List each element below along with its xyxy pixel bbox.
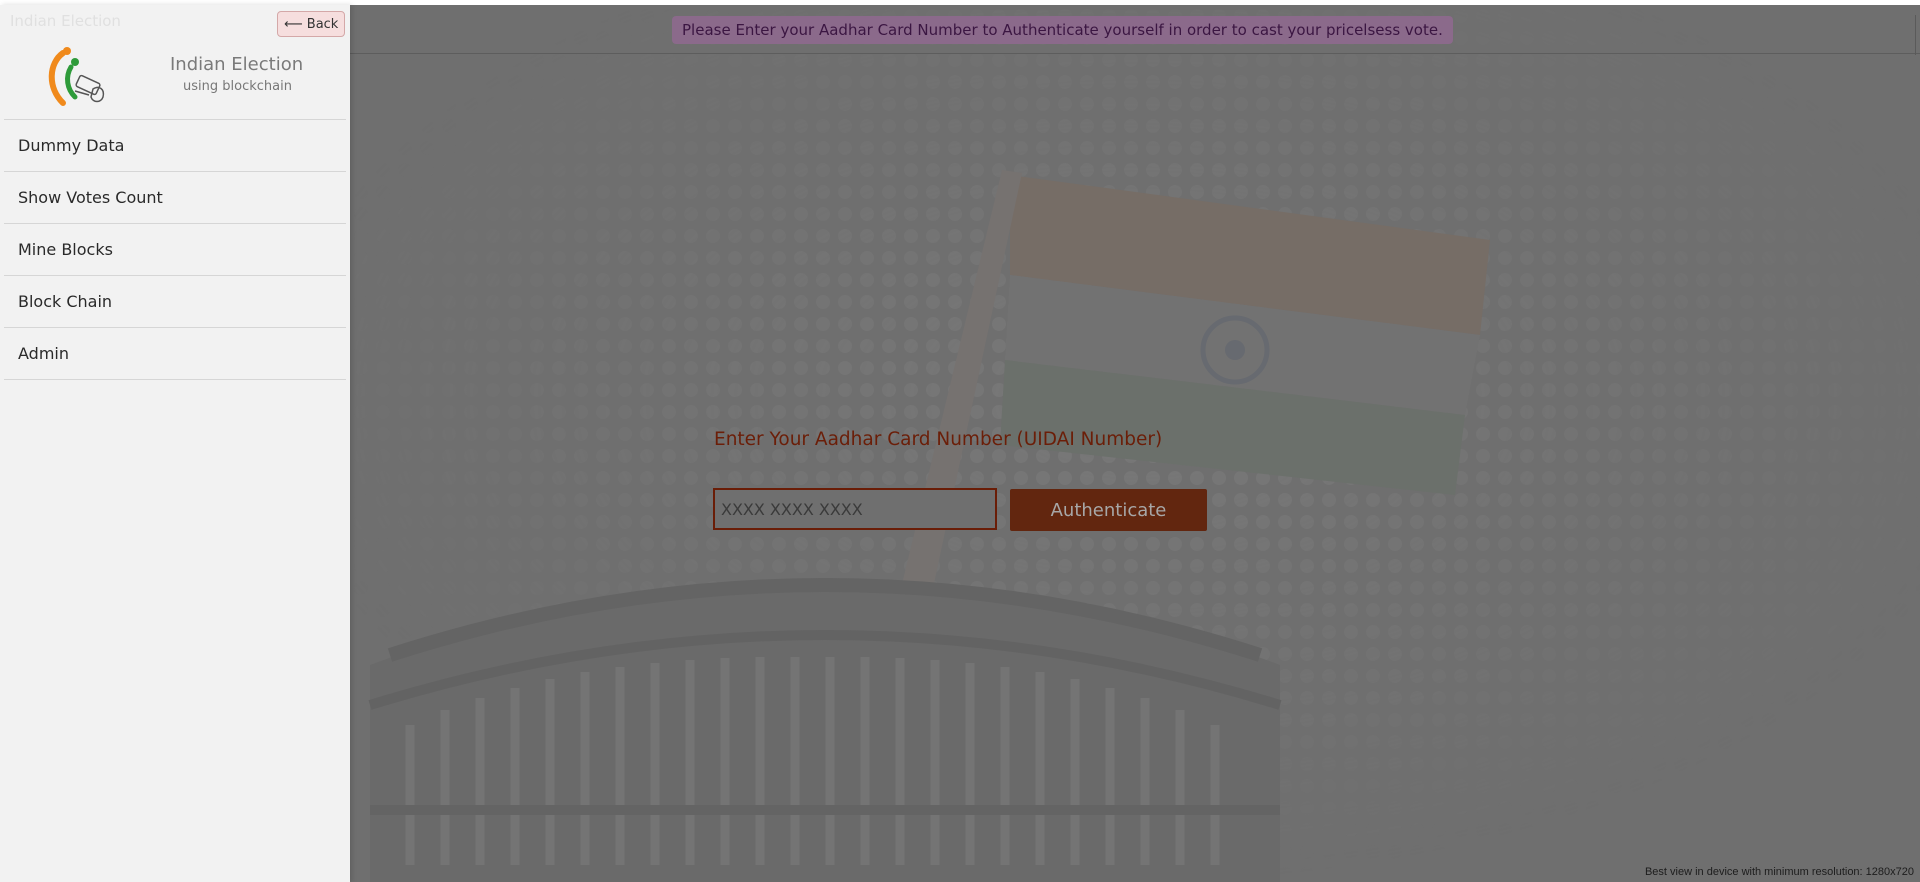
election-logo-icon — [48, 47, 105, 106]
sidebar-ghost-title: Indian Election — [10, 12, 121, 30]
sidebar-item-block-chain[interactable]: Block Chain — [4, 276, 346, 328]
aadhar-label: Enter Your Aadhar Card Number (UIDAI Num… — [714, 429, 1163, 450]
back-button[interactable]: ⟵ Back — [277, 11, 346, 37]
resolution-note: Best view in device with minimum resolut… — [1644, 866, 1914, 878]
sidebar-item-mine-blocks[interactable]: Mine Blocks — [4, 224, 346, 276]
banner-bar: Please Enter your Aadhar Card Number to … — [350, 5, 1920, 55]
banner-divider — [1915, 15, 1916, 55]
aadhar-number-input[interactable] — [713, 488, 997, 530]
parliament-illustration — [368, 578, 1282, 882]
instruction-banner: Please Enter your Aadhar Card Number to … — [672, 16, 1453, 44]
brand-title: Indian Election — [170, 54, 304, 75]
authenticate-button[interactable]: Authenticate — [1010, 489, 1207, 531]
main-content: Please Enter your Aadhar Card Number to … — [350, 5, 1920, 882]
sidebar-menu: Dummy Data Show Votes Count Mine Blocks … — [4, 119, 346, 380]
sidebar-item-show-votes-count[interactable]: Show Votes Count — [4, 172, 346, 224]
sidebar-item-admin[interactable]: Admin — [4, 328, 346, 380]
sidebar-item-dummy-data[interactable]: Dummy Data — [4, 120, 346, 172]
brand-subtitle: using blockchain — [183, 79, 292, 94]
sidebar: Indian Election ⟵ Back Indian Election u… — [0, 5, 350, 882]
